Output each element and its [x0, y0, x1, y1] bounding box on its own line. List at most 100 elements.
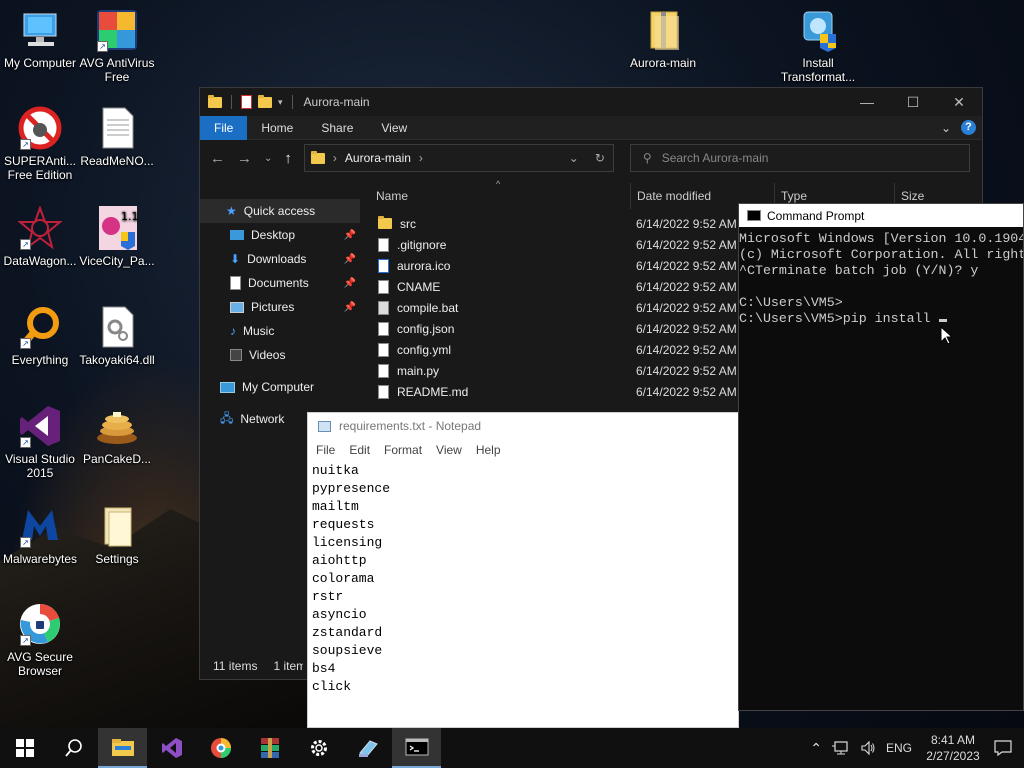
taskbar-settings[interactable] — [294, 728, 343, 768]
shortcut-arrow-icon: ↗ — [20, 338, 31, 349]
nav-documents[interactable]: Documents 📌 — [200, 271, 360, 295]
taskbar-avg-browser[interactable] — [196, 728, 245, 768]
language-indicator[interactable]: ENG — [886, 741, 912, 755]
text-line: click — [312, 679, 352, 694]
console-line-input[interactable]: C:\Users\VM5>pip install — [739, 311, 1023, 327]
search-button[interactable] — [49, 728, 98, 768]
desktop-icon-pancake[interactable]: PanCakeD... — [77, 404, 157, 466]
system-tray: ⌃ ENG 8:41 AM 2/27/2023 — [810, 728, 1024, 768]
status-bar: 11 items 1 item — [200, 653, 310, 679]
tab-file[interactable]: File — [200, 115, 248, 140]
text-line: nuitka — [312, 463, 359, 478]
network-status-icon[interactable] — [831, 740, 850, 756]
nav-my-computer[interactable]: My Computer — [200, 375, 360, 399]
avg-browser-icon: ↗ — [18, 602, 62, 646]
nav-pictures[interactable]: Pictures 📌 — [200, 295, 360, 319]
search-placeholder: Search Aurora-main — [661, 151, 769, 165]
nav-music[interactable]: ♪ Music — [200, 319, 360, 343]
desktop-icon-superantispyware[interactable]: ↗ SUPERAnti... Free Edition — [0, 106, 80, 182]
desktop-icon-malwarebytes[interactable]: ↗ Malwarebytes — [0, 504, 80, 566]
everything-search-icon: ↗ — [18, 305, 62, 349]
new-folder-icon[interactable] — [258, 94, 272, 108]
zip-folder-icon — [641, 8, 685, 52]
desktop-icon-avg-browser[interactable]: ↗ AVG Secure Browser — [0, 602, 80, 678]
nav-quick-access[interactable]: ★ Quick access — [200, 199, 360, 223]
chevron-down-icon[interactable]: ▾ — [278, 97, 283, 108]
desktop-icon-datawagon[interactable]: ↗ DataWagon... — [0, 205, 80, 268]
menu-file[interactable]: File — [316, 443, 335, 457]
window-title: Aurora-main — [303, 95, 370, 109]
nav-desktop[interactable]: Desktop 📌 — [200, 223, 360, 247]
pin-icon[interactable]: 📌 — [344, 254, 356, 265]
datawagon-icon: ↗ — [17, 205, 63, 250]
help-icon[interactable]: ? — [961, 120, 976, 135]
breadcrumb-separator-icon: › — [332, 151, 337, 165]
malwarebytes-icon: ↗ — [18, 504, 62, 548]
refresh-icon[interactable]: ↻ — [595, 151, 605, 165]
pin-icon[interactable]: 📌 — [344, 278, 356, 289]
pin-icon[interactable]: 📌 — [344, 230, 356, 241]
pancake-icon — [95, 404, 139, 448]
menu-format[interactable]: Format — [384, 443, 422, 457]
nav-videos[interactable]: Videos — [200, 343, 360, 367]
clock-time: 8:41 AM — [930, 733, 976, 747]
notepad-title: requirements.txt - Notepad — [339, 419, 482, 433]
menu-help[interactable]: Help — [476, 443, 501, 457]
notepad-window[interactable]: requirements.txt - Notepad File Edit For… — [307, 412, 739, 728]
breadcrumb[interactable]: Aurora-main — [345, 151, 411, 165]
column-name[interactable]: Name — [370, 189, 630, 203]
desktop-icon-avg-antivirus[interactable]: ↗ AVG AntiVirus Free — [77, 8, 157, 84]
menu-edit[interactable]: Edit — [349, 443, 370, 457]
recent-locations-icon[interactable]: ⌄ — [264, 153, 272, 164]
tab-view[interactable]: View — [367, 116, 421, 140]
command-prompt-window[interactable]: Command Prompt Microsoft Windows [Versio… — [738, 203, 1024, 711]
expand-ribbon-icon[interactable]: ⌄ — [941, 121, 951, 135]
explorer-titlebar[interactable]: ▾ Aurora-main — ☐ ✕ — [200, 88, 982, 116]
batch-file-icon — [378, 300, 389, 315]
taskbar-file-explorer[interactable] — [98, 728, 147, 768]
address-dropdown-icon[interactable]: ⌄ — [569, 151, 579, 165]
tab-share[interactable]: Share — [307, 116, 367, 140]
desktop-icon-vicecity[interactable]: 1.1 ViceCity_Pa... — [77, 206, 157, 268]
pin-icon[interactable]: 📌 — [344, 302, 356, 313]
minimize-button[interactable]: — — [844, 88, 890, 116]
desktop-icon-visual-studio[interactable]: ↗ Visual Studio 2015 — [0, 404, 80, 480]
shortcut-arrow-icon: ↗ — [20, 537, 31, 548]
vicecity-icon: 1.1 — [95, 206, 139, 250]
notepad-text-area[interactable]: nuitka pypresence mailtm requests licens… — [308, 461, 738, 697]
back-button[interactable]: ← — [210, 150, 225, 167]
cmd-console[interactable]: Microsoft Windows [Version 10.0.1904 (c) … — [739, 227, 1023, 327]
shortcut-arrow-icon: ↗ — [20, 239, 31, 250]
taskbar-visual-studio[interactable] — [147, 728, 196, 768]
start-button[interactable] — [0, 728, 49, 768]
cmd-titlebar[interactable]: Command Prompt — [739, 204, 1023, 227]
desktop-icon-everything[interactable]: ↗ Everything — [0, 305, 80, 367]
desktop-icon-takoyaki-dll[interactable]: Takoyaki64.dll — [77, 305, 157, 367]
desktop-icon-my-computer[interactable]: My Computer — [0, 8, 80, 70]
console-line: (c) Microsoft Corporation. All right — [739, 247, 1023, 262]
close-button[interactable]: ✕ — [936, 88, 982, 116]
tab-home[interactable]: Home — [247, 116, 307, 140]
cmd-icon — [405, 738, 428, 756]
desktop-icon-install-transformat[interactable]: Install Transformat... — [778, 8, 858, 84]
chevron-up-icon[interactable]: ⌃ — [810, 740, 822, 757]
taskbar-notepad[interactable] — [343, 728, 392, 768]
notification-center-icon[interactable] — [994, 740, 1012, 756]
menu-view[interactable]: View — [436, 443, 462, 457]
search-box[interactable]: ⚲ Search Aurora-main — [629, 144, 970, 172]
taskbar-winrar[interactable] — [245, 728, 294, 768]
speaker-icon[interactable] — [860, 740, 876, 756]
notepad-titlebar[interactable]: requirements.txt - Notepad — [308, 413, 738, 439]
nav-downloads[interactable]: ⬇ Downloads 📌 — [200, 247, 360, 271]
desktop-icon-settings[interactable]: Settings — [77, 504, 157, 566]
text-line: mailtm — [312, 499, 359, 514]
address-bar[interactable]: › Aurora-main › ⌄ ↻ — [303, 144, 614, 172]
maximize-button[interactable]: ☐ — [890, 88, 936, 116]
up-button[interactable]: ↑ — [284, 150, 292, 167]
properties-icon[interactable] — [241, 95, 252, 109]
taskbar-command-prompt[interactable] — [392, 728, 441, 768]
forward-button[interactable]: → — [237, 150, 252, 167]
desktop-icon-readme[interactable]: ReadMeNO... — [77, 106, 157, 168]
desktop-icon-aurora-main[interactable]: Aurora-main — [623, 8, 703, 70]
clock[interactable]: 8:41 AM 2/27/2023 — [922, 732, 984, 764]
